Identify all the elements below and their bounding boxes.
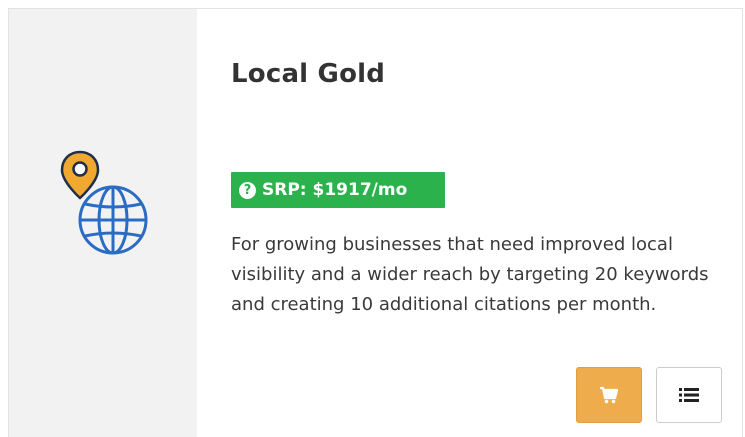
add-to-cart-button[interactable] [576, 367, 642, 423]
product-title: Local Gold [231, 59, 386, 89]
price-label: SRP: $1917/mo [262, 180, 408, 200]
globe-with-map-pin-icon [60, 150, 148, 255]
list-icon [679, 388, 699, 402]
product-content: Local Gold ? SRP: $1917/mo For growing b… [231, 9, 742, 437]
shopping-cart-icon [600, 386, 619, 404]
view-details-button[interactable] [656, 367, 722, 423]
product-description: For growing businesses that need improve… [231, 234, 709, 315]
product-icon-panel [9, 9, 197, 437]
price-badge: ? SRP: $1917/mo [231, 172, 445, 208]
product-card: Local Gold ? SRP: $1917/mo For growing b… [8, 8, 743, 437]
question-circle-icon[interactable]: ? [239, 181, 256, 199]
